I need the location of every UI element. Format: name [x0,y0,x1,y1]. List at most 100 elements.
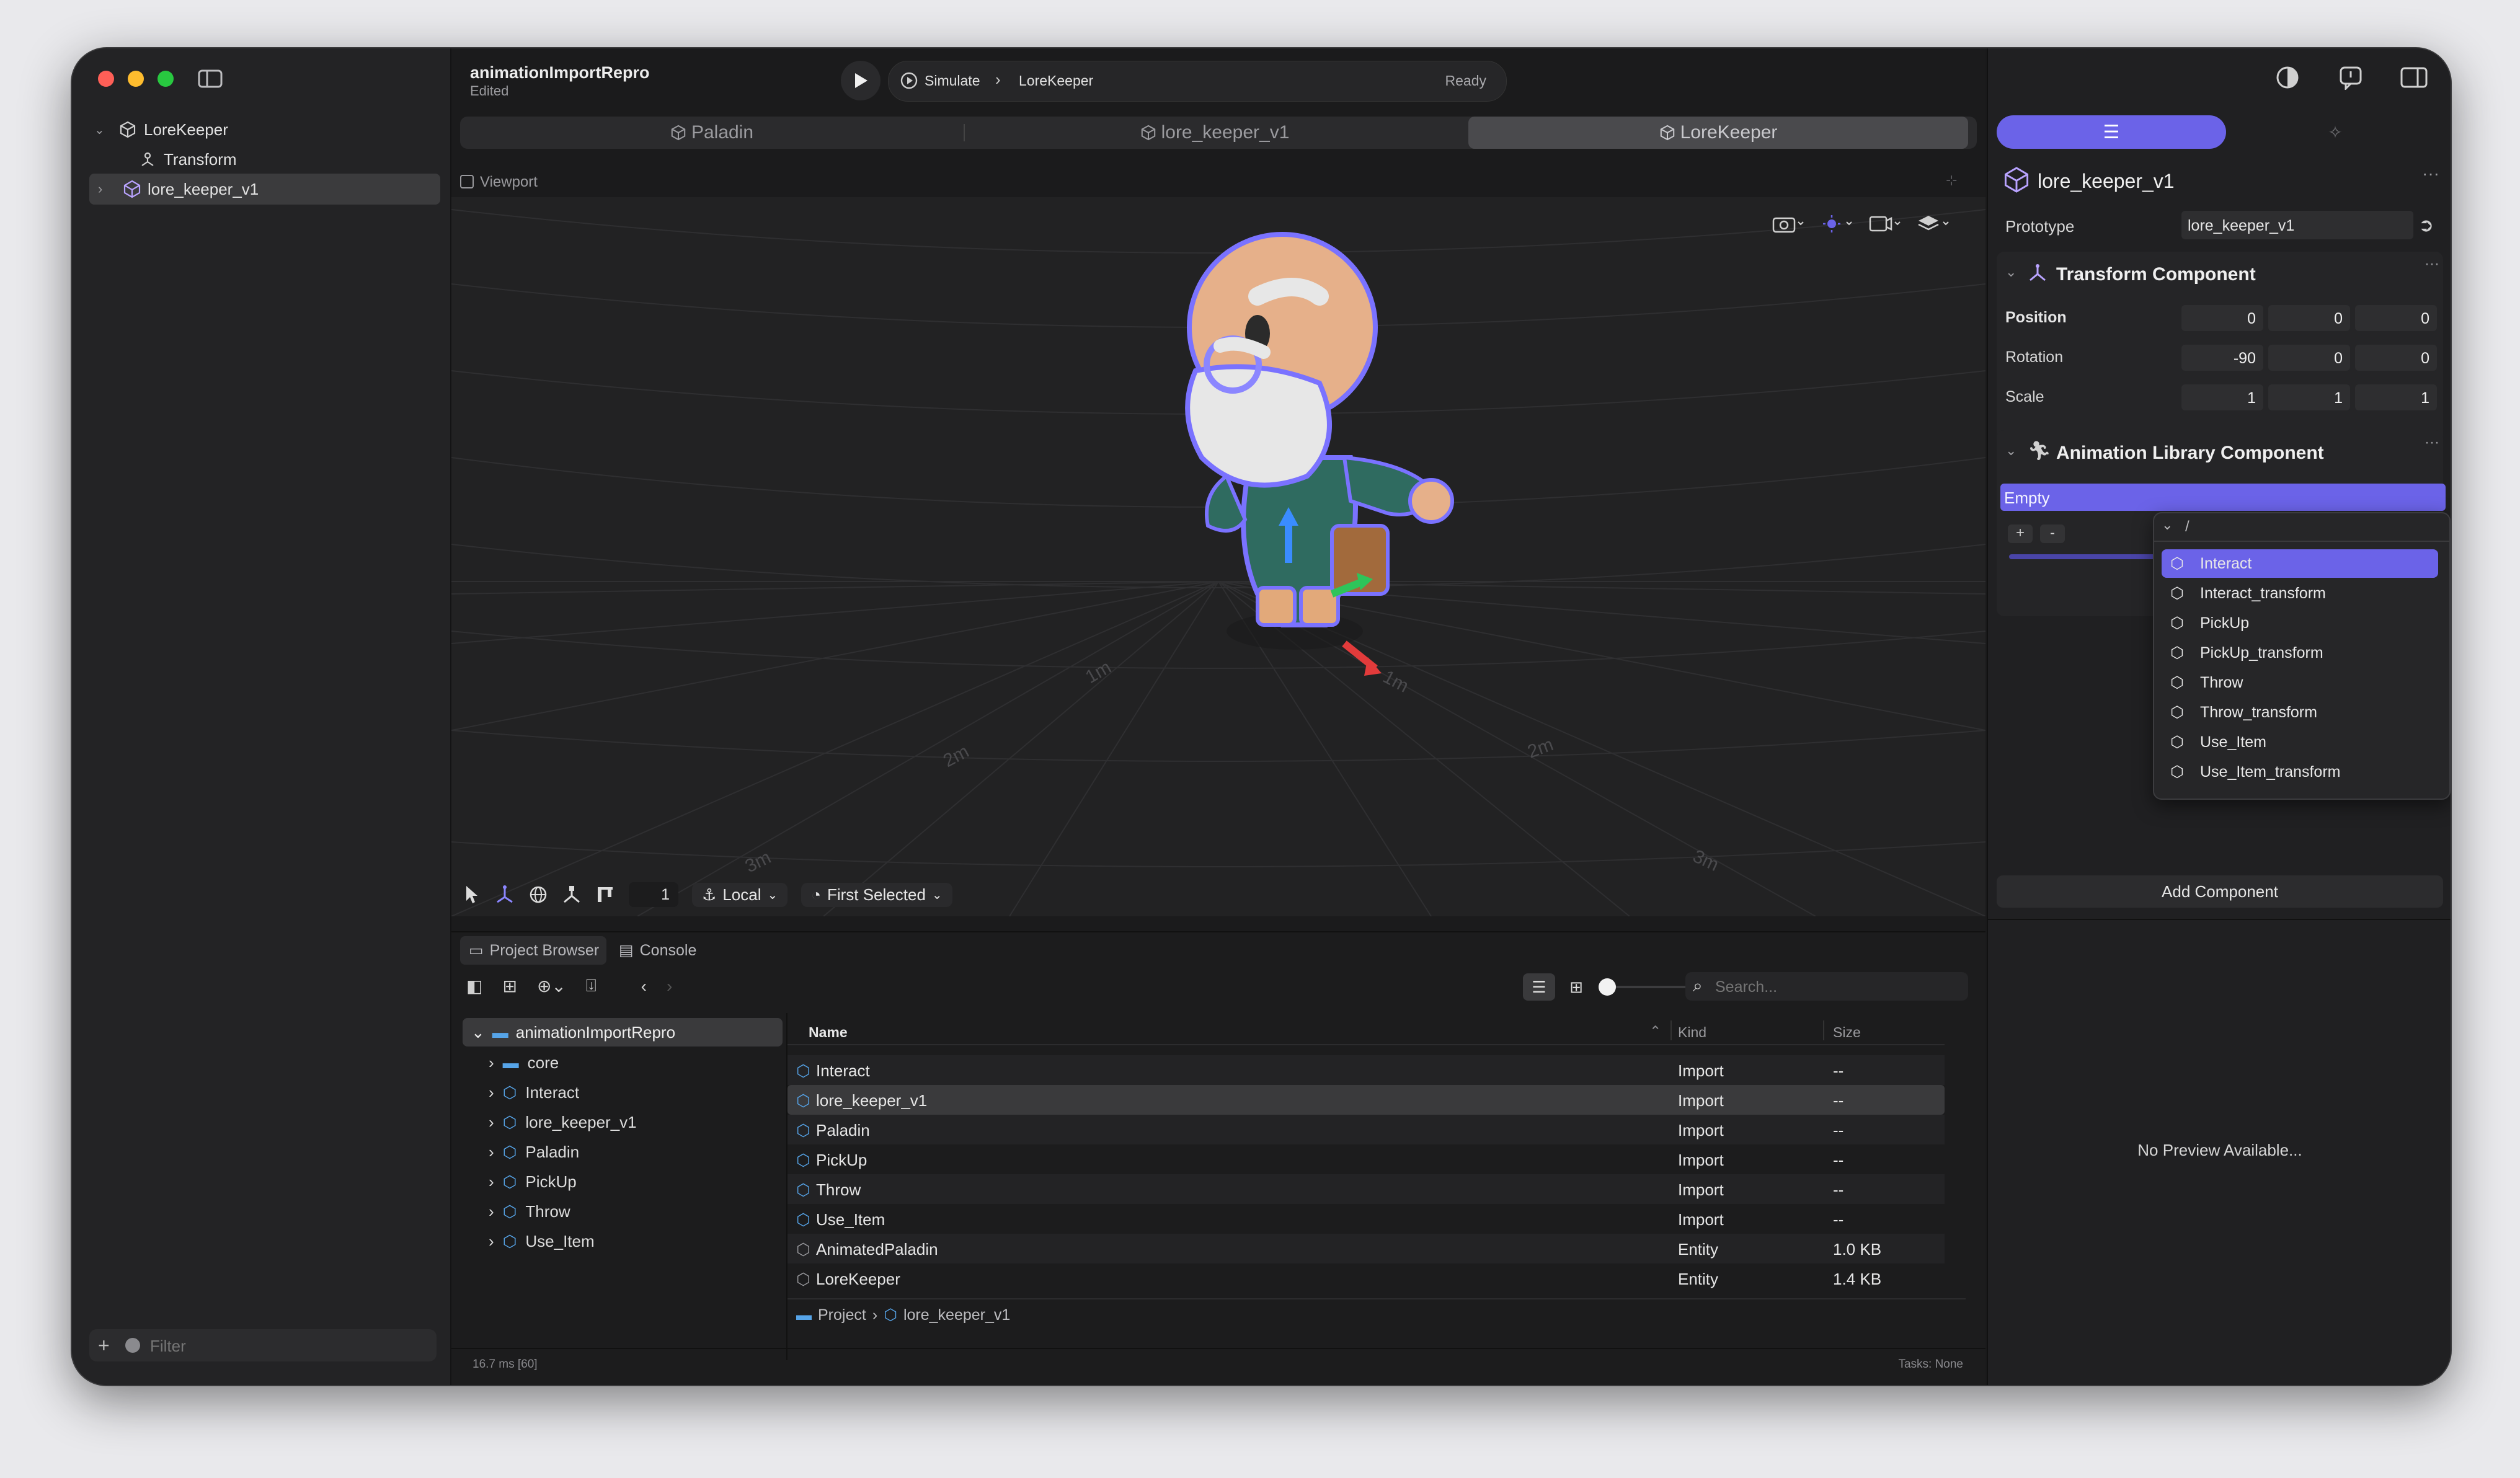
folder-row[interactable]: › ⬡ Paladin [489,1137,579,1167]
search-input[interactable] [1714,975,1958,999]
back-icon[interactable]: ‹ [641,976,647,996]
folder-row[interactable]: › ⬡ Use_Item [489,1226,595,1256]
folder-row[interactable]: › ⬡ lore_keeper_v1 [489,1107,637,1137]
menu-item-use-item-transform[interactable]: ⬡ Use_Item_transform [2162,758,2438,786]
position-x-field[interactable]: 0 [2181,305,2263,331]
menu-item-throw-transform[interactable]: ⬡ Throw_transform [2162,698,2438,727]
chevron-down-icon[interactable]: ⌄ [2162,517,2173,533]
more-options-icon[interactable]: ··· [2422,164,2439,184]
table-row[interactable]: ⬡ PickUp Import -- [788,1144,1945,1174]
snap-icon[interactable] [595,885,615,905]
rotation-x-field[interactable]: -90 [2181,345,2263,371]
sort-ascending-icon[interactable]: ⌃ [1649,1023,1661,1040]
move-tool-icon[interactable] [495,885,515,905]
tab-effects[interactable]: ✧ [2230,115,2441,149]
menu-item-pickup[interactable]: ⬡ PickUp [2162,609,2438,637]
minimize-window-button[interactable] [128,71,144,87]
toggle-sidebar-icon[interactable] [196,64,224,93]
3d-viewport[interactable]: 1m 2m 3m 1m 2m 3m 1 ⚓ Local ⌄ ◔ First Se… [451,197,1985,916]
folder-row[interactable]: › ⬡ PickUp [489,1167,577,1197]
folder-row[interactable]: › ⬡ Throw [489,1197,570,1226]
more-options-icon[interactable]: ··· [2425,434,2439,451]
forward-icon[interactable]: › [667,976,672,996]
menu-item-interact-transform[interactable]: ⬡ Interact_transform [2162,579,2438,608]
table-row[interactable]: ⬡ lore_keeper_v1 Import -- [788,1085,1945,1115]
menu-item-use-item[interactable]: ⬡ Use_Item [2162,728,2438,756]
toggle-sidebar-icon[interactable]: ◧ [466,976,482,996]
pin-icon[interactable]: ⊹ [1946,172,1957,188]
select-tool-icon[interactable] [464,885,481,905]
go-to-prototype-icon[interactable]: ➲ [2418,215,2434,236]
scale-tool-icon[interactable] [562,885,582,905]
tab-lore-keeper-v1[interactable]: lore_keeper_v1 [965,117,1465,149]
list-view-icon[interactable]: ☰ [1523,973,1555,1001]
display-mode-icon[interactable] [1869,215,1901,233]
tree-item-lore-keeper-v1[interactable]: › lore_keeper_v1 [89,174,440,205]
lighting-icon[interactable] [1821,215,1853,233]
scale-y-field[interactable]: 1 [2268,384,2350,410]
rotation-z-field[interactable]: 0 [2355,345,2437,371]
grid-view-icon[interactable]: ⊞ [1560,973,1592,1001]
table-row[interactable]: ⬡ Paladin Import -- [788,1115,1945,1144]
add-component-button[interactable]: Add Component [1997,875,2443,908]
position-z-field[interactable]: 0 [2355,305,2437,331]
camera-icon[interactable] [1772,215,1804,233]
filter-menu-icon[interactable] [125,1338,140,1353]
breadcrumb-item[interactable]: Project [818,1306,866,1324]
folder-row[interactable]: › ▬ core [489,1048,559,1078]
add-icon[interactable]: + [98,1334,110,1357]
tab-lorekeeper[interactable]: LoreKeeper [1468,117,1968,149]
chevron-down-icon[interactable]: ⌄ [2005,264,2016,280]
prototype-field[interactable]: lore_keeper_v1 [2181,211,2413,239]
table-row[interactable]: ⬡ AnimatedPaladin Entity 1.0 KB [788,1234,1945,1263]
feedback-icon[interactable] [2336,63,2365,92]
table-row[interactable]: ⬡ Interact Import -- [788,1055,1945,1085]
rotate-tool-icon[interactable] [528,885,548,905]
table-row[interactable]: ⬡ Throw Import -- [788,1174,1945,1204]
appearance-icon[interactable] [2273,63,2302,92]
filter-input[interactable] [149,1333,424,1359]
position-y-field[interactable]: 0 [2268,305,2350,331]
animation-list-selected-row[interactable]: Empty [2000,484,2446,511]
add-animation-button[interactable]: + [2008,524,2033,543]
menu-item-interact[interactable]: ⬡ Interact [2162,549,2438,578]
breadcrumb-item[interactable]: lore_keeper_v1 [903,1306,1010,1324]
tab-project-browser[interactable]: ▭ Project Browser [460,936,606,965]
zoom-slider-thumb[interactable] [1599,978,1616,996]
viewport-checkbox[interactable] [460,175,474,188]
tab-paladin[interactable]: Paladin [460,117,964,149]
menu-item-throw[interactable]: ⬡ Throw [2162,668,2438,697]
menu-item-pickup-transform[interactable]: ⬡ PickUp_transform [2162,639,2438,667]
toggle-inspector-icon[interactable] [2400,63,2428,92]
scale-x-field[interactable]: 1 [2181,384,2263,410]
table-row[interactable]: ⬡ Use_Item Import -- [788,1204,1945,1234]
tab-console[interactable]: ▤ Console [619,936,696,965]
column-header-kind[interactable]: Kind [1678,1024,1706,1041]
column-header-name[interactable]: Name [809,1024,848,1041]
simulate-scheme[interactable]: Simulate [925,73,980,89]
close-window-button[interactable] [98,71,114,87]
folder-row[interactable]: › ⬡ Interact [489,1078,579,1107]
space-dropdown[interactable]: ⚓ Local ⌄ [692,882,788,907]
chevron-right-icon[interactable]: › [89,181,123,197]
snap-value-field[interactable]: 1 [629,882,678,907]
layers-icon[interactable] [1917,215,1950,233]
play-button[interactable] [841,61,881,100]
add-asset-icon[interactable]: ⊕⌄ [537,976,566,996]
chevron-down-icon[interactable]: ⌄ [2005,443,2016,459]
zoom-window-button[interactable] [158,71,174,87]
tab-properties[interactable]: ☰ [1997,115,2226,149]
scale-z-field[interactable]: 1 [2355,384,2437,410]
folder-row[interactable]: ⌄ ▬ animationImportRepro [463,1018,783,1047]
pivot-dropdown[interactable]: ◔ First Selected ⌄ [801,882,952,907]
tree-item-lorekeeper[interactable]: ⌄ LoreKeeper [89,114,437,145]
column-header-size[interactable]: Size [1833,1024,1861,1041]
chevron-down-icon[interactable]: ⌄ [89,122,119,138]
import-icon[interactable]: ⍗ [586,976,597,996]
table-row[interactable]: ⬡ LoreKeeper Entity 1.4 KB [788,1263,1945,1293]
simulate-target[interactable]: LoreKeeper [1019,73,1093,89]
remove-animation-button[interactable]: - [2040,524,2065,543]
tree-item-transform[interactable]: Transform [89,144,437,175]
rotation-y-field[interactable]: 0 [2268,345,2350,371]
more-options-icon[interactable]: ··· [2425,255,2439,273]
